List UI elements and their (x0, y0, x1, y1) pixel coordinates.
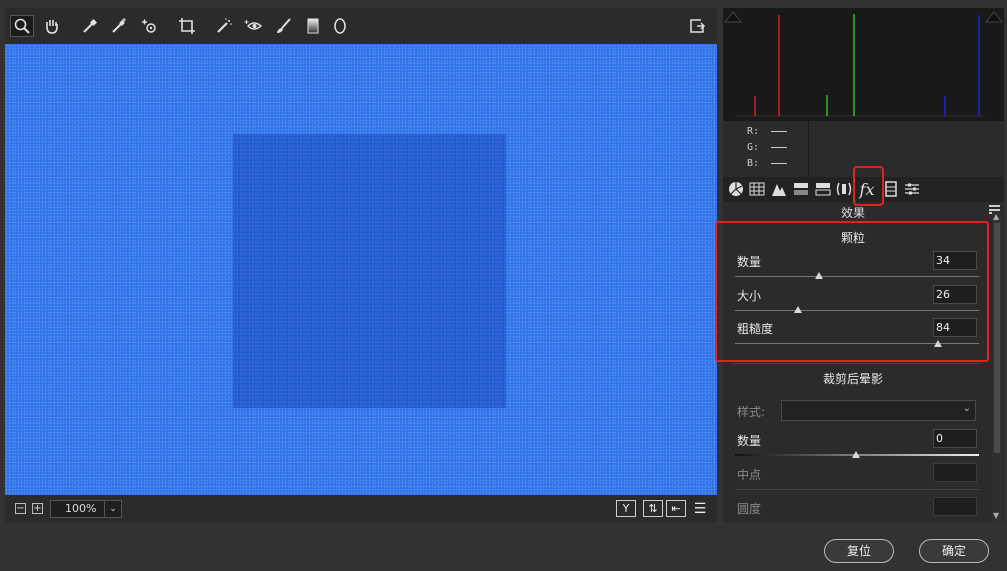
before-after-y-icon[interactable]: Y (616, 500, 636, 517)
preview-settings-icon[interactable]: ☰ (690, 500, 710, 517)
split-toning-icon[interactable] (814, 180, 832, 198)
crop-icon[interactable] (175, 15, 199, 37)
vignette-amount-thumb[interactable] (852, 451, 860, 458)
preview-bottom-bar: − + 100% ⌄ Y ⇅ ⇤ ☰ (5, 495, 717, 522)
zoom-out-button[interactable]: − (15, 503, 26, 514)
tone-curve-icon[interactable] (748, 180, 766, 198)
zoom-value: 100% (65, 502, 97, 515)
vignette-midpoint-label: 中点 (737, 468, 762, 482)
r-label: R: (747, 126, 760, 137)
chevron-down-icon: ⌄ (962, 403, 971, 414)
adjustment-brush-icon[interactable] (271, 15, 295, 37)
scroll-up-icon[interactable]: ▲ (993, 212, 999, 221)
vignette-style-select[interactable]: ⌄ (781, 400, 976, 421)
scroll-thumb[interactable] (994, 223, 1000, 453)
ok-button[interactable]: 确定 (919, 539, 989, 563)
image-square (233, 134, 506, 408)
image-preview[interactable] (5, 44, 717, 495)
camera-calibration-icon[interactable] (882, 180, 900, 198)
shadow-clipping-icon (723, 11, 743, 23)
panel-tabs: fx (723, 166, 1004, 206)
fx-tab-highlight (853, 166, 884, 206)
chevron-down-icon: ⌄ (104, 501, 121, 517)
radial-filter-icon[interactable] (328, 15, 352, 37)
presets-icon[interactable] (903, 180, 921, 198)
toolbar (5, 8, 717, 44)
vignette-midpoint-field (933, 463, 977, 482)
scroll-down-icon[interactable]: ▼ (993, 511, 999, 520)
zoom-in-button[interactable]: + (32, 503, 43, 514)
detail-icon[interactable] (770, 180, 788, 198)
lens-corrections-icon[interactable] (835, 180, 853, 198)
open-preferences-icon[interactable] (685, 15, 709, 37)
spot-removal-icon[interactable] (212, 15, 236, 37)
basic-icon[interactable] (727, 180, 745, 198)
red-eye-icon[interactable] (241, 15, 265, 37)
vignette-title: 裁剪后晕影 (822, 372, 883, 386)
reset-button[interactable]: 复位 (824, 539, 894, 563)
histogram (723, 8, 1004, 121)
color-sampler-icon[interactable] (107, 15, 131, 37)
g-label: G: (747, 142, 760, 153)
vignette-amount-field[interactable]: 0 (933, 429, 977, 448)
highlight-clipping-icon (984, 11, 1004, 23)
section-title: 效果 (840, 206, 865, 220)
b-label: B: (747, 158, 760, 169)
graduated-filter-icon[interactable] (301, 15, 325, 37)
vignette-style-label: 样式: (737, 405, 766, 419)
vignette-roundness-field (933, 497, 977, 516)
targeted-adjustment-icon[interactable] (137, 15, 161, 37)
vignette-roundness-label: 圆度 (737, 502, 762, 516)
hsl-icon[interactable] (792, 180, 810, 198)
zoom-select[interactable]: 100% ⌄ (50, 500, 122, 518)
grain-section-highlight (715, 221, 989, 362)
hand-icon[interactable] (40, 15, 64, 37)
histogram-graph (723, 11, 1004, 117)
zoom-icon[interactable] (10, 15, 34, 37)
white-balance-icon[interactable] (78, 15, 102, 37)
vignette-amount-label: 数量 (737, 434, 762, 448)
swap-settings-icon[interactable]: ⇅ (643, 500, 663, 517)
copy-settings-icon[interactable]: ⇤ (666, 500, 686, 517)
vignette-midpoint-track (735, 489, 979, 490)
panel-scrollbar[interactable]: ▲ ▼ (992, 211, 1002, 522)
